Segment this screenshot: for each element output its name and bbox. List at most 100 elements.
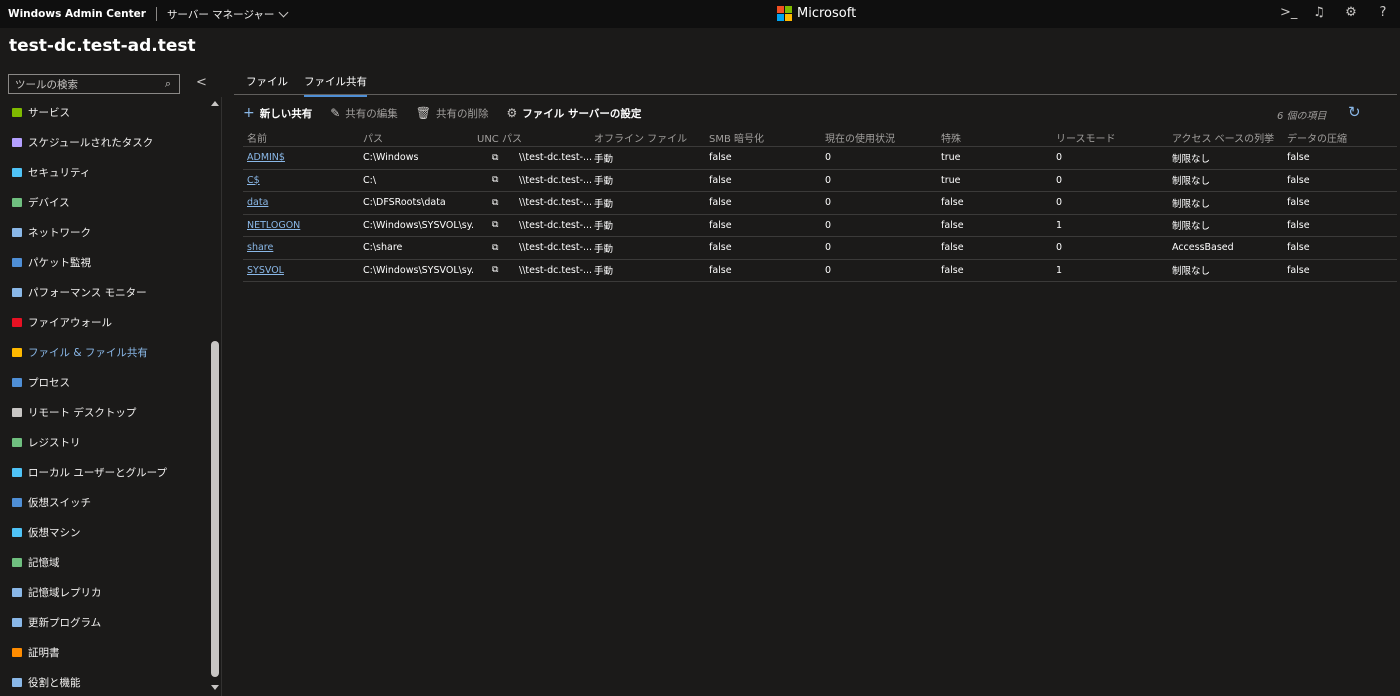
app-brand[interactable]: Windows Admin Center bbox=[8, 8, 146, 20]
sidebar-item[interactable]: 仮想スイッチ bbox=[0, 487, 208, 517]
chevron-down-icon bbox=[278, 7, 289, 17]
lease-mode: 1 bbox=[1056, 219, 1063, 231]
process-icon bbox=[12, 377, 22, 387]
share-path: C:\Windows\SYSVOL\sy... bbox=[363, 264, 475, 276]
column-header-name[interactable]: 名前 bbox=[247, 129, 357, 146]
sidebar-item[interactable]: パフォーマンス モニター bbox=[0, 277, 208, 307]
tab-file-shares[interactable]: ファイル共有 bbox=[304, 74, 367, 97]
current-usage: 0 bbox=[825, 264, 832, 276]
table-row[interactable]: ADMIN$ C:\Windows ⧉ \\test-dc.test-... 手動 fal… bbox=[243, 147, 1397, 170]
search-icon[interactable]: ⌕ bbox=[165, 77, 171, 91]
column-header-special[interactable]: 特殊 bbox=[941, 129, 1053, 146]
certificate-icon bbox=[12, 647, 22, 657]
sidebar-item[interactable]: 記憶域レプリカ bbox=[0, 577, 208, 607]
column-header-current-usage[interactable]: 現在の使用状況 bbox=[825, 129, 937, 146]
server-title: test-dc.test-ad.test bbox=[9, 36, 196, 56]
top-icons: >_ ♫ ⚙ ? bbox=[1280, 5, 1390, 20]
sidebar-item[interactable]: レジストリ bbox=[0, 427, 208, 457]
sidebar-scrollbar[interactable] bbox=[210, 99, 220, 692]
sidebar-item[interactable]: ネットワーク bbox=[0, 217, 208, 247]
help-icon[interactable]: ? bbox=[1376, 5, 1390, 20]
current-usage: 0 bbox=[825, 242, 832, 254]
scheduled-tasks-icon bbox=[12, 137, 22, 147]
copy-icon[interactable]: ⧉ bbox=[492, 170, 504, 192]
data-compression: false bbox=[1287, 174, 1310, 186]
data-compression: false bbox=[1287, 264, 1310, 276]
sidebar-item[interactable]: 更新プログラム bbox=[0, 607, 208, 637]
sidebar-item[interactable]: 記憶域 bbox=[0, 547, 208, 577]
sidebar-item[interactable]: 役割と機能 bbox=[0, 667, 208, 696]
unc-path: \\test-dc.test-... bbox=[519, 219, 591, 231]
access-based-enumeration: 制限なし bbox=[1172, 198, 1211, 210]
sidebar-item[interactable]: デバイス bbox=[0, 187, 208, 217]
sidebar-item[interactable]: プロセス bbox=[0, 367, 208, 397]
special: true bbox=[941, 174, 961, 186]
access-based-enumeration: AccessBased bbox=[1172, 242, 1234, 254]
sidebar-item[interactable]: 証明書 bbox=[0, 637, 208, 667]
share-path: C:\share bbox=[363, 242, 403, 254]
sidebar-item-label: ファイル & ファイル共有 bbox=[28, 346, 148, 359]
copy-icon[interactable]: ⧉ bbox=[492, 215, 504, 237]
share-name-link[interactable]: ADMIN$ bbox=[247, 147, 357, 169]
sidebar-item-label: 仮想マシン bbox=[28, 526, 81, 539]
sidebar-item[interactable]: ファイル & ファイル共有 bbox=[0, 337, 208, 367]
column-header-access-based-enumeration[interactable]: アクセス ベースの列挙 bbox=[1172, 129, 1284, 146]
tab-files[interactable]: ファイル bbox=[246, 74, 288, 89]
column-header-data-compression[interactable]: データの圧縮 bbox=[1287, 129, 1395, 146]
edit-share-label: 共有の編集 bbox=[345, 107, 398, 120]
delete-share-button[interactable]: 🗑 共有の削除 bbox=[416, 106, 489, 121]
collapse-sidebar-icon[interactable]: < bbox=[196, 75, 207, 90]
users-icon bbox=[12, 467, 22, 477]
table-row[interactable]: data C:\DFSRoots\data ⧉ \\test-dc.test-... 手… bbox=[243, 192, 1397, 215]
sidebar-item[interactable]: ファイアウォール bbox=[0, 307, 208, 337]
bell-icon[interactable]: ♫ bbox=[1312, 5, 1326, 20]
share-path: C:\Windows bbox=[363, 152, 419, 164]
share-name-link[interactable]: NETLOGON bbox=[247, 215, 357, 237]
file-server-settings-label: ファイル サーバーの設定 bbox=[522, 107, 642, 120]
copy-icon[interactable]: ⧉ bbox=[492, 192, 504, 214]
tool-switcher[interactable]: サーバー マネージャー bbox=[166, 7, 289, 22]
file-server-settings-button[interactable]: ⚙ ファイル サーバーの設定 bbox=[507, 106, 642, 121]
share-name-link[interactable]: share bbox=[247, 237, 357, 259]
copy-icon[interactable]: ⧉ bbox=[492, 147, 504, 169]
delete-share-label: 共有の削除 bbox=[436, 107, 489, 120]
performance-icon bbox=[12, 287, 22, 297]
share-name-link[interactable]: SYSVOL bbox=[247, 260, 357, 282]
scroll-up-icon[interactable] bbox=[211, 101, 219, 106]
refresh-icon[interactable]: ↻ bbox=[1348, 103, 1361, 121]
edit-share-button[interactable]: ✎ 共有の編集 bbox=[330, 106, 398, 121]
table-row[interactable]: C$ C:\ ⧉ \\test-dc.test-... 手動 false 0 true 0 制限な… bbox=[243, 170, 1397, 192]
tool-switcher-label: サーバー マネージャー bbox=[166, 8, 275, 21]
sidebar-item[interactable]: パケット監視 bbox=[0, 247, 208, 277]
column-header-unc-path[interactable]: UNC パス bbox=[477, 129, 590, 146]
sidebar-item[interactable]: サービス bbox=[0, 97, 208, 127]
gear-icon[interactable]: ⚙ bbox=[1344, 5, 1358, 20]
share-name-link[interactable]: C$ bbox=[247, 170, 357, 192]
column-header-offline-files[interactable]: オフライン ファイル bbox=[594, 129, 706, 146]
column-header-path[interactable]: パス bbox=[363, 129, 475, 146]
sidebar-item[interactable]: セキュリティ bbox=[0, 157, 208, 187]
sidebar-item[interactable]: 仮想マシン bbox=[0, 517, 208, 547]
scroll-down-icon[interactable] bbox=[211, 685, 219, 690]
data-compression: false bbox=[1287, 152, 1310, 164]
search-input[interactable]: ツールの検索 ⌕ bbox=[8, 74, 180, 94]
scroll-thumb[interactable] bbox=[211, 341, 219, 677]
sidebar-item[interactable]: ローカル ユーザーとグループ bbox=[0, 457, 208, 487]
share-name-link[interactable]: data bbox=[247, 192, 357, 214]
table-row[interactable]: share C:\share ⧉ \\test-dc.test-... 手動 false 0… bbox=[243, 237, 1397, 260]
column-header-smb-encryption[interactable]: SMB 暗号化 bbox=[709, 129, 821, 146]
sidebar-item[interactable]: スケジュールされたタスク bbox=[0, 127, 208, 157]
updates-icon bbox=[12, 617, 22, 627]
new-share-button[interactable]: + 新しい共有 bbox=[243, 105, 312, 121]
sidebar-item[interactable]: リモート デスクトップ bbox=[0, 397, 208, 427]
access-based-enumeration: 制限なし bbox=[1172, 153, 1211, 165]
table-row[interactable]: SYSVOL C:\Windows\SYSVOL\sy... ⧉ \\test-dc.… bbox=[243, 260, 1397, 282]
offline-files: 手動 bbox=[594, 176, 614, 188]
terminal-icon[interactable]: >_ bbox=[1280, 5, 1297, 20]
copy-icon[interactable]: ⧉ bbox=[492, 237, 504, 259]
column-header-lease-mode[interactable]: リースモード bbox=[1056, 129, 1168, 146]
table-row[interactable]: NETLOGON C:\Windows\SYSVOL\sy... ⧉ \\test-d… bbox=[243, 215, 1397, 237]
smb-encryption: false bbox=[709, 219, 732, 231]
copy-icon[interactable]: ⧉ bbox=[492, 260, 504, 282]
storage-replica-icon bbox=[12, 587, 22, 597]
